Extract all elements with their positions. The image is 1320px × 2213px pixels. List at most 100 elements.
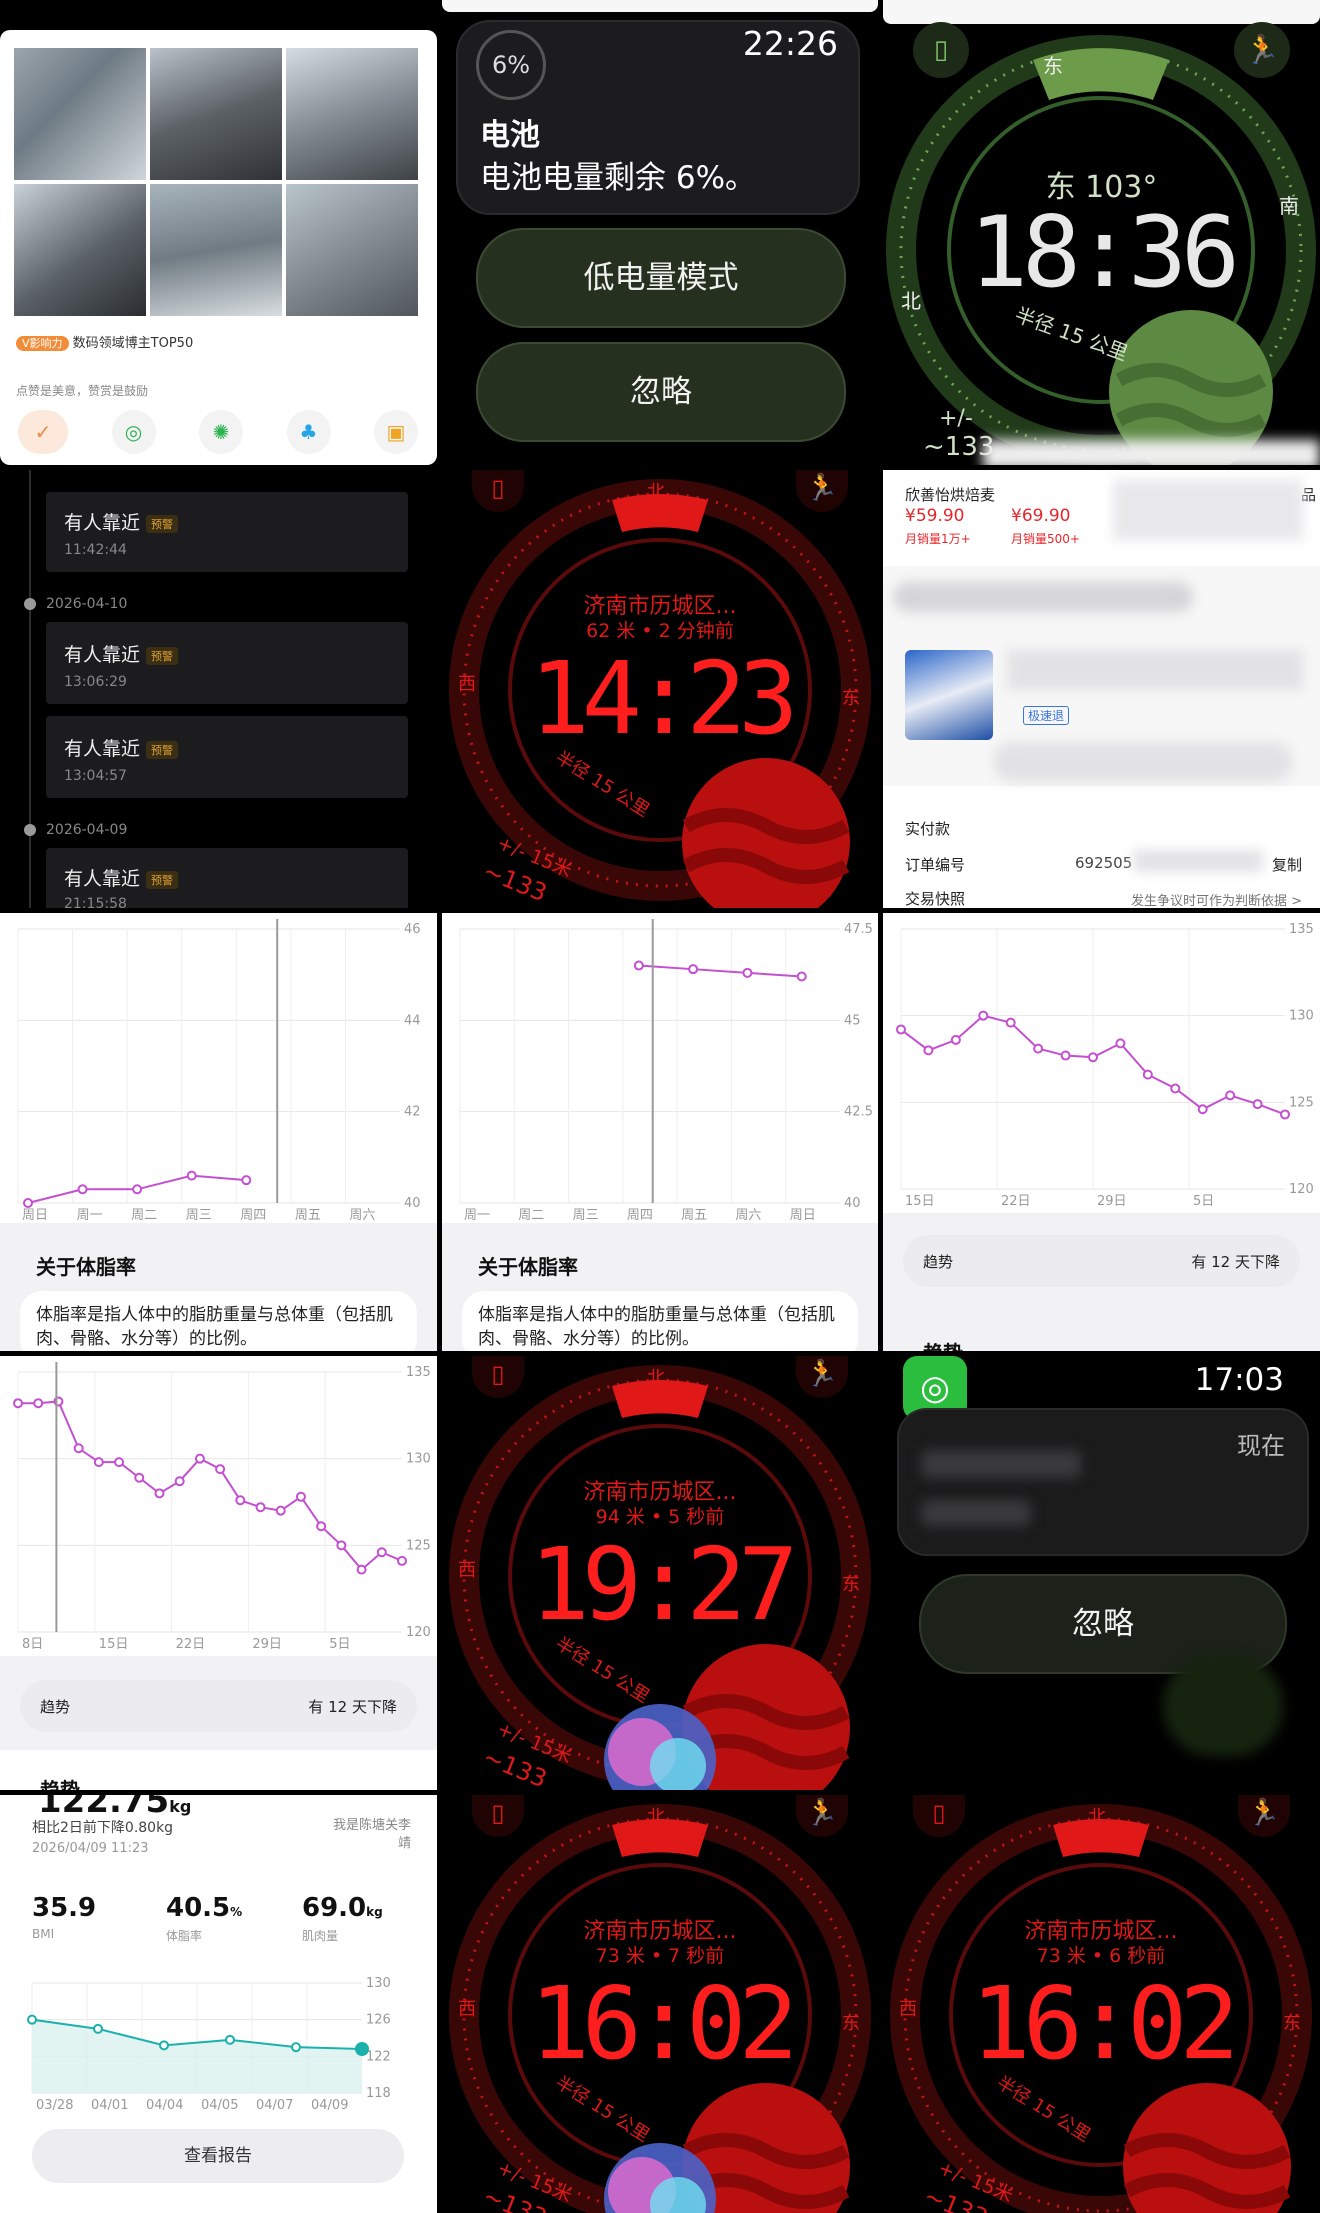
x-tick-label: 22日 bbox=[176, 1637, 206, 1652]
alert-title: 有人靠近 bbox=[64, 738, 141, 760]
watch-time: 16:02 bbox=[970, 1965, 1239, 2082]
shop1-name[interactable]: 欣善怡烘焙麦 bbox=[905, 484, 995, 505]
alert-card[interactable]: 有人靠近 预警 13:06:29 bbox=[46, 622, 408, 704]
y-tick-label: 130 bbox=[406, 1452, 431, 1467]
wechat-icon[interactable]: ◎ bbox=[111, 410, 156, 454]
watch-time: 18:36 bbox=[968, 196, 1240, 310]
low-power-button[interactable]: 低电量模式 bbox=[476, 228, 846, 328]
shop2-price: ¥69.90 bbox=[1011, 506, 1071, 526]
battery-title: 电池 bbox=[480, 118, 540, 153]
next-section-title: 趋势 bbox=[40, 1778, 80, 1790]
view-report-button[interactable]: 查看报告 bbox=[32, 2129, 404, 2183]
battery-ring-icon: 6% bbox=[476, 30, 546, 100]
x-tick-label: 5日 bbox=[329, 1637, 350, 1652]
qq-icon[interactable]: ♣ bbox=[286, 410, 331, 454]
photo-thumb[interactable] bbox=[14, 48, 146, 180]
location-sub: 62 米 • 2 分钟前 bbox=[586, 620, 734, 642]
photo-thumb[interactable] bbox=[286, 48, 418, 180]
data-point bbox=[174, 1476, 185, 1487]
alert-time: 13:04:57 bbox=[64, 768, 127, 784]
moments-icon[interactable]: ✺ bbox=[199, 410, 243, 454]
x-tick-label: 周五 bbox=[681, 1208, 707, 1223]
photo-thumb[interactable] bbox=[286, 184, 418, 316]
battery-message: 电池电量剩余 6%。 bbox=[480, 160, 757, 196]
battery-percent: 6% bbox=[491, 51, 531, 79]
bezel-north: 北 bbox=[647, 482, 665, 503]
recommend-row: 欣善怡烘焙麦 ¥59.90 月销量1万+ ¥69.90 月销量500+ 品 bbox=[883, 470, 1320, 556]
bezel-east: 东 bbox=[1043, 54, 1063, 78]
photo-thumb[interactable] bbox=[150, 48, 282, 180]
timeline-dot bbox=[24, 598, 36, 610]
y-tick-label: 120 bbox=[406, 1625, 431, 1640]
alert-time: 11:42:44 bbox=[64, 542, 127, 558]
data-point bbox=[742, 967, 753, 978]
save-icon[interactable]: ▣ bbox=[374, 410, 418, 454]
influence-badge-row: V影响力 数码领域博主TOP50 bbox=[16, 332, 193, 351]
wechat-notice-tile: ◎ 17:03 现在 忽略 bbox=[883, 1356, 1320, 1790]
alert-card[interactable]: 有人靠近 预警 13:04:57 bbox=[46, 716, 408, 798]
header-strip bbox=[442, 0, 878, 12]
data-point bbox=[1280, 1109, 1290, 1120]
photo-thumb[interactable] bbox=[14, 184, 146, 316]
y-tick-label: 45 bbox=[844, 1013, 861, 1028]
bezel-north: 北 bbox=[647, 1368, 665, 1389]
watch-time: 14:23 bbox=[529, 640, 798, 757]
reward-icon[interactable]: ✓ bbox=[18, 410, 68, 454]
ignore-button[interactable]: 忽略 bbox=[476, 342, 846, 442]
trend-label: 趋势 bbox=[923, 1252, 954, 1271]
runner-icon[interactable]: 🏃 bbox=[1234, 22, 1290, 78]
next-section-title: 趋势 bbox=[923, 1337, 963, 1351]
x-tick-label: 周一 bbox=[77, 1208, 103, 1223]
photo-thumb[interactable] bbox=[150, 184, 282, 316]
snapshot-label: 交易快照 bbox=[905, 890, 966, 908]
bmi-value: 35.9 bbox=[32, 1893, 97, 1923]
alert-card[interactable]: 有人靠近 预警 21:15:58 bbox=[46, 848, 408, 908]
y-tick-label: 44 bbox=[404, 1013, 421, 1028]
data-point bbox=[159, 2040, 169, 2051]
phone-icon[interactable]: ▯ bbox=[913, 22, 969, 78]
x-tick-label: 29日 bbox=[1097, 1194, 1127, 1209]
about-body: 体脂率是指人体中的脂肪重量与总体重（包括肌肉、骨骼、水分等）的比例。 bbox=[462, 1291, 858, 1351]
timeline-dot bbox=[24, 824, 36, 836]
alert-time: 13:06:29 bbox=[64, 674, 127, 690]
data-point bbox=[235, 1495, 246, 1506]
location-sub: 73 米 • 7 秒前 bbox=[595, 1945, 725, 1967]
blurred-overlay bbox=[921, 1450, 1081, 1478]
shop1-sales: 月销量1万+ bbox=[905, 532, 971, 546]
data-point bbox=[1060, 1050, 1071, 1061]
alert-date: 2026-04-09 bbox=[46, 822, 128, 838]
data-point bbox=[194, 1453, 205, 1464]
copy-button[interactable]: 复制 bbox=[1272, 854, 1302, 875]
shop1-price: ¥59.90 bbox=[905, 506, 965, 526]
data-point bbox=[1115, 1038, 1126, 1049]
alert-tag: 预警 bbox=[146, 514, 179, 533]
order-detail-tile: 欣善怡烘焙麦 ¥59.90 月销量1万+ ¥69.90 月销量500+ 品 极速… bbox=[883, 470, 1320, 908]
alert-card[interactable]: 有人靠近 预警 11:42:44 bbox=[46, 492, 408, 572]
data-point bbox=[376, 1547, 387, 1558]
snapshot-note[interactable]: 发生争议时可作为判断依据 > bbox=[1131, 890, 1302, 908]
x-tick-label: 15日 bbox=[905, 1194, 935, 1209]
product-image[interactable] bbox=[905, 650, 993, 740]
bmi-label: BMI bbox=[32, 1927, 55, 1941]
wechat-notification[interactable]: 现在 bbox=[897, 1408, 1309, 1556]
y-tick-label: 47.5 bbox=[844, 922, 873, 937]
x-tick-label: 04/07 bbox=[256, 2098, 293, 2113]
x-tick-label: 5日 bbox=[1193, 1194, 1214, 1209]
fat-chart-tile-1: 40 42 44 46 周日 周一 周二 周三 周四 周五 周六 关于体脂率 体脂率是指人体中的脂肪… bbox=[0, 913, 437, 1351]
bezel-north: 北 bbox=[647, 1807, 665, 1828]
data-point bbox=[13, 1398, 23, 1409]
trend-value: 有 12 天下降 bbox=[308, 1697, 397, 1716]
data-point bbox=[77, 1184, 88, 1195]
photo-grid[interactable] bbox=[14, 48, 418, 316]
weight-unit: kg bbox=[169, 1797, 192, 1816]
trend-value: 有 12 天下降 bbox=[1191, 1252, 1280, 1271]
data-point bbox=[33, 1398, 44, 1409]
data-point bbox=[896, 1024, 906, 1035]
battery-notification[interactable]: 6% 22:26 电池 电池电量剩余 6%。 bbox=[456, 20, 860, 215]
trend-row[interactable]: 趋势 有 12 天下降 bbox=[20, 1680, 417, 1732]
y-tick-label: 118 bbox=[366, 2086, 391, 2101]
trend-row[interactable]: 趋势 有 12 天下降 bbox=[903, 1235, 1300, 1287]
data-point bbox=[1197, 1104, 1208, 1115]
order-no-label: 订单编号 bbox=[905, 856, 966, 874]
post-card: V影响力 数码领域博主TOP50 点赞是美意，赞赏是鼓励 ✓ ◎ ✺ ♣ ▣ bbox=[0, 30, 437, 465]
